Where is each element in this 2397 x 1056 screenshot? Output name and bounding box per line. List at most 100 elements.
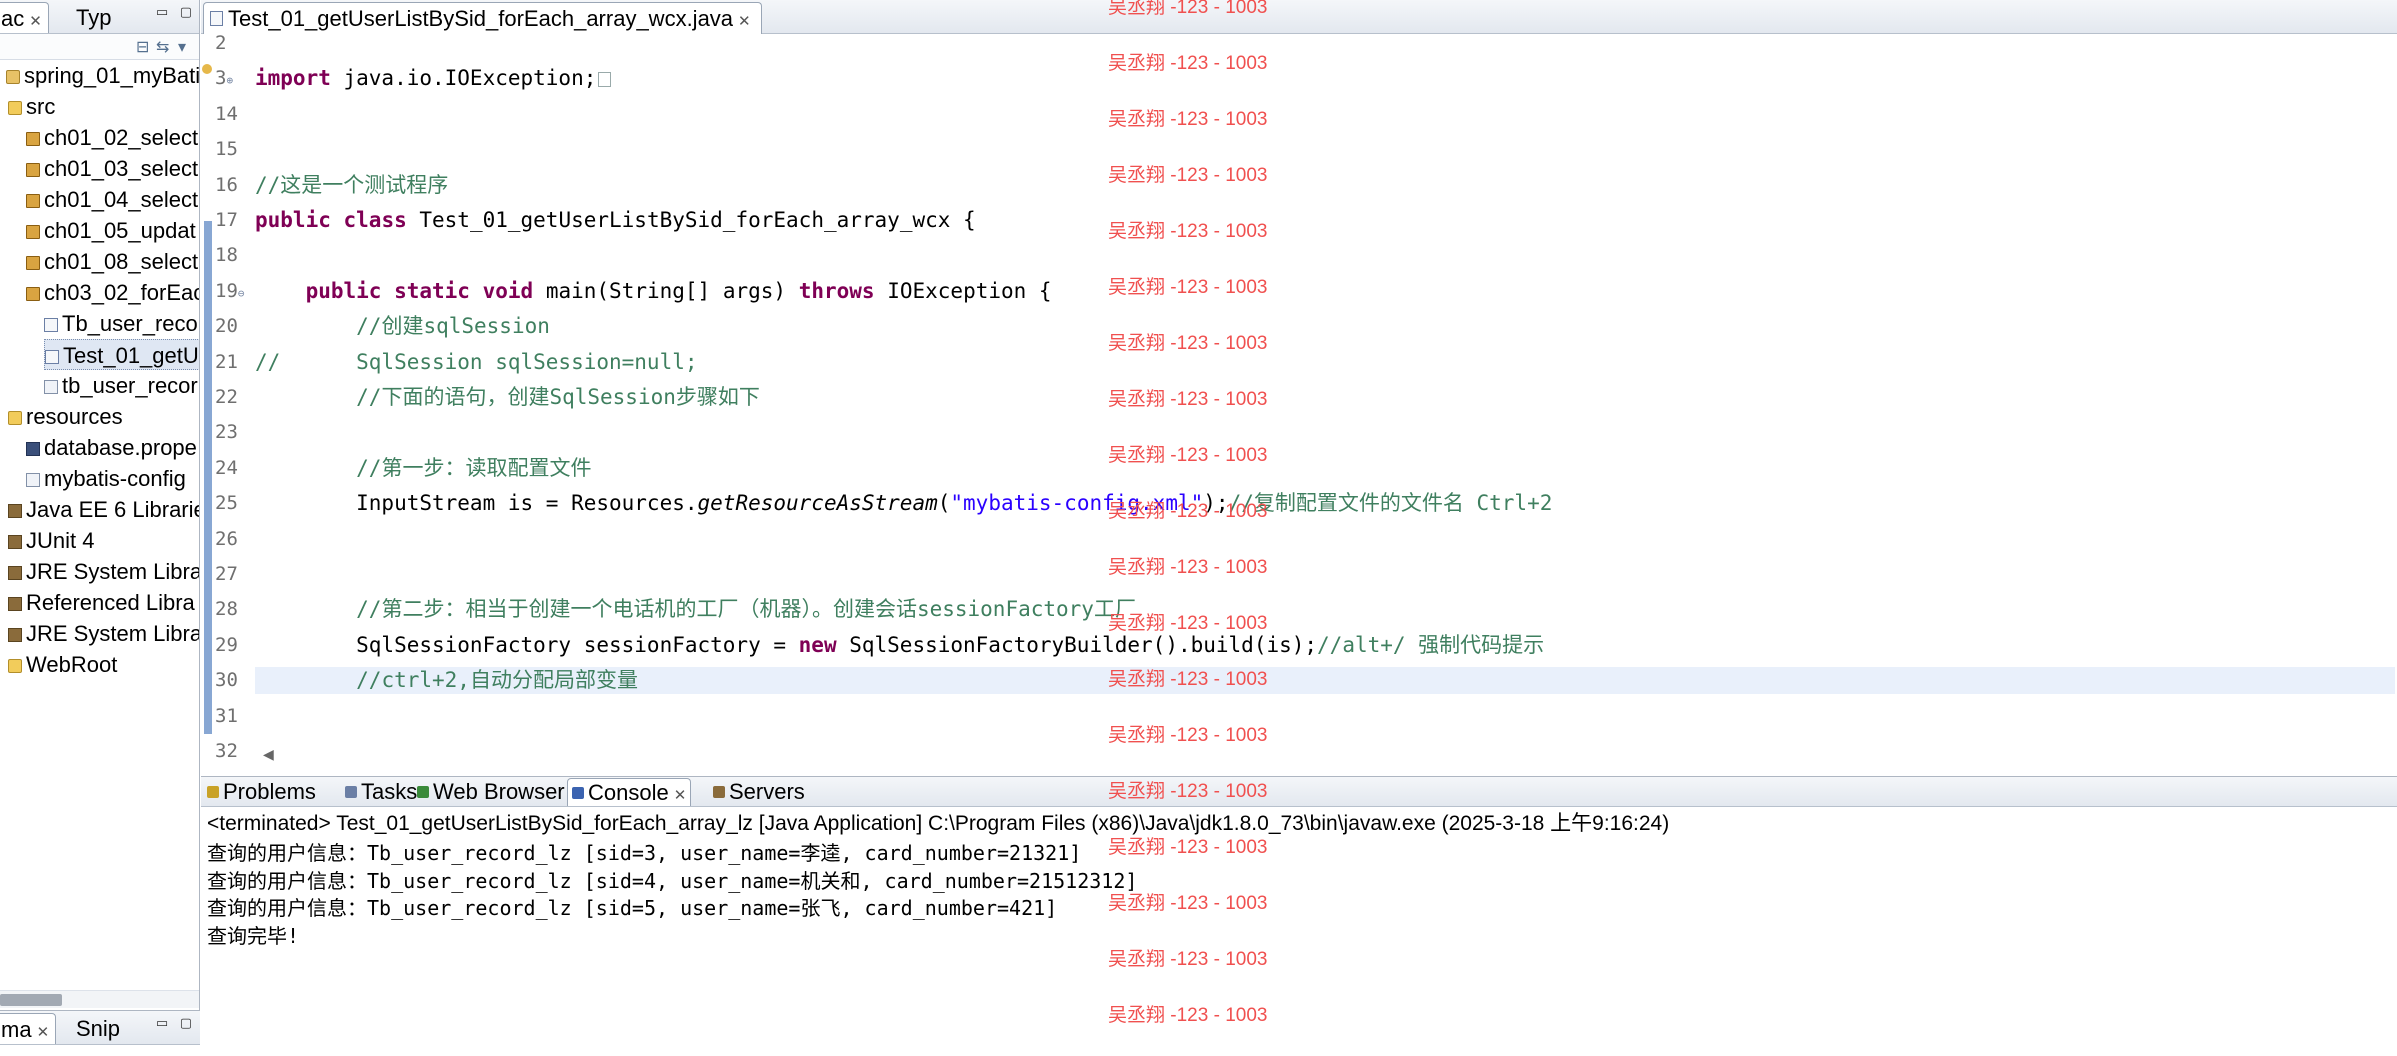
code-line[interactable]: //下面的语句，创建SqlSession步骤如下 (255, 384, 760, 411)
tab-web-browser[interactable]: Web Browser (413, 778, 569, 806)
line-number-text: 18 (215, 244, 238, 267)
expand-fold-icon[interactable]: ⊕ (226, 74, 233, 87)
close-icon[interactable]: ✕ (674, 787, 687, 804)
code-line[interactable]: //创建sqlSession (255, 313, 550, 340)
tree-item[interactable]: mybatis-config (26, 463, 186, 494)
explorer-horizontal-scrollbar[interactable] (0, 990, 199, 1008)
tree-item[interactable]: spring_01_myBatis (6, 60, 199, 91)
editor-horizontal-scrollbar[interactable]: ◀ (255, 746, 2395, 766)
code-line[interactable]: //第一步：读取配置文件 (255, 455, 591, 482)
tree-item-label: mybatis-config (44, 466, 186, 491)
line-number: 29 (215, 632, 259, 659)
tree-item[interactable]: JRE System Libra (8, 556, 199, 587)
overview-ruler (201, 34, 215, 734)
tab-console[interactable]: Console ✕ (567, 778, 692, 806)
code-line[interactable]: import java.io.IOException; (255, 65, 612, 92)
tree-item[interactable]: database.prope (26, 432, 197, 463)
tab-problems[interactable]: Problems (203, 778, 320, 806)
code-token: class (343, 208, 407, 232)
package-icon (26, 163, 40, 177)
code-line[interactable]: //第二步：相当于创建一个电话机的工厂（机器）。创建会话sessionFacto… (255, 596, 1136, 623)
folded-imports-icon[interactable] (598, 72, 612, 88)
package-icon (26, 256, 40, 270)
tab-package-explorer[interactable]: ac ✕ (0, 2, 49, 33)
link-with-editor-icon[interactable]: ⇆ (156, 37, 169, 57)
code-line[interactable]: public class Test_01_getUserListBySid_fo… (255, 207, 976, 234)
code-line[interactable]: InputStream is = Resources.getResourceAs… (255, 490, 1552, 517)
tab-tasks[interactable]: Tasks (341, 778, 421, 806)
close-icon[interactable]: ✕ (37, 1024, 50, 1041)
watermark-text: 吴丞翔 -123 - 1003 (1108, 781, 1268, 802)
tab-label: Problems (223, 779, 316, 804)
line-number-text: 27 (215, 563, 238, 585)
tree-item[interactable]: Tb_user_reco (44, 308, 198, 339)
watermark-text: 吴丞翔 -123 - 1003 (1108, 1005, 1268, 1026)
tree-item[interactable]: Referenced Libra (8, 587, 195, 618)
change-bar (204, 221, 212, 734)
tree-item[interactable]: JRE System Libra (8, 618, 199, 649)
line-number: 14 (215, 101, 259, 128)
code-token: InputStream is = Resources. (255, 491, 698, 516)
minimize-maximize-icon[interactable]: ▭ ▢ (156, 4, 196, 20)
current-code-line[interactable]: //ctrl+2,自动分配局部变量 (255, 667, 2395, 695)
java-file-icon (210, 11, 223, 26)
tree-item[interactable]: Java EE 6 Librarie (8, 494, 199, 525)
tab-snippets[interactable]: Snip (70, 1013, 126, 1044)
problems-icon (207, 786, 219, 798)
warning-marker-icon[interactable] (202, 64, 212, 74)
tree-item[interactable]: resources (8, 401, 123, 432)
tree-item-label: ch01_02_select (44, 125, 199, 150)
line-number: 3⊕ (215, 65, 259, 92)
tab-type-hierarchy[interactable]: Typ (70, 2, 117, 33)
close-icon[interactable]: ✕ (29, 13, 42, 30)
editor-tab-active-file[interactable]: Test_01_getUserListBySid_forEach_array_w… (203, 2, 762, 34)
close-icon[interactable]: ✕ (738, 13, 751, 30)
code-text-area[interactable]: import java.io.IOException; //这是一个测试程序 pub… (255, 34, 2395, 734)
tree-item[interactable]: ch01_05_updat (26, 215, 196, 246)
view-menu-icon[interactable]: ▾ (178, 37, 186, 57)
watermark-text: 吴丞翔 -123 - 1003 (1108, 277, 1268, 298)
tree-item[interactable]: tb_user_recor (44, 370, 198, 401)
tab-outline[interactable]: ma ✕ (0, 1013, 57, 1044)
line-number: 19⊖ (215, 278, 259, 305)
bottom-left-tabbar: ma ✕ Snip ▭ ▢ (0, 1011, 200, 1045)
tree-item[interactable]: ch03_02_forEac (26, 277, 199, 308)
line-number-text: 20 (215, 315, 238, 338)
line-number: 21 (215, 349, 259, 376)
tab-label: Console (588, 780, 669, 805)
tree-item[interactable]: Test_01_getU (44, 339, 199, 370)
line-number: 31 (215, 703, 259, 730)
lib-icon (8, 535, 22, 549)
console-terminated-status: <terminated> Test_01_getUserListBySid_fo… (207, 812, 1670, 835)
code-line[interactable]: public static void main(String[] args) t… (255, 278, 1052, 305)
code-line[interactable]: // SqlSession sqlSession=null; (255, 349, 698, 376)
xml-icon (44, 380, 58, 394)
collapse-all-icon[interactable]: ⊟ (136, 37, 149, 57)
java-icon (44, 318, 58, 332)
code-line[interactable]: SqlSessionFactory sessionFactory = new S… (255, 632, 1544, 659)
watermark-text: 吴丞翔 -123 - 1003 (1108, 165, 1268, 186)
tree-item[interactable]: JUnit 4 (8, 525, 94, 556)
tab-label: ma (1, 1017, 32, 1042)
scrollbar-thumb[interactable] (0, 994, 62, 1006)
tree-item[interactable]: ch01_02_select (26, 122, 198, 153)
tree-item[interactable]: ch01_03_select (26, 153, 198, 184)
line-number: 18 (215, 242, 259, 269)
tree-item[interactable]: ch01_08_select (26, 246, 198, 277)
tree-item[interactable]: WebRoot (8, 649, 117, 680)
watermark-text: 吴丞翔 -123 - 1003 (1108, 501, 1268, 522)
tree-item-label: Test_01_getU (63, 343, 199, 368)
line-number-text: 26 (215, 527, 238, 550)
tab-label: ac (1, 6, 25, 31)
tab-servers[interactable]: Servers (709, 778, 809, 806)
scroll-left-icon[interactable]: ◀ (263, 746, 274, 763)
minimize-maximize-icon[interactable]: ▭ ▢ (156, 1015, 196, 1031)
collapse-fold-icon[interactable]: ⊖ (238, 287, 245, 300)
tree-item[interactable]: ch01_04_select (26, 184, 198, 215)
tree-item-label: database.prope (44, 435, 197, 460)
tree-item[interactable]: src (8, 91, 55, 122)
line-number: 17 (215, 207, 259, 234)
code-line[interactable]: //这是一个测试程序 (255, 172, 448, 199)
